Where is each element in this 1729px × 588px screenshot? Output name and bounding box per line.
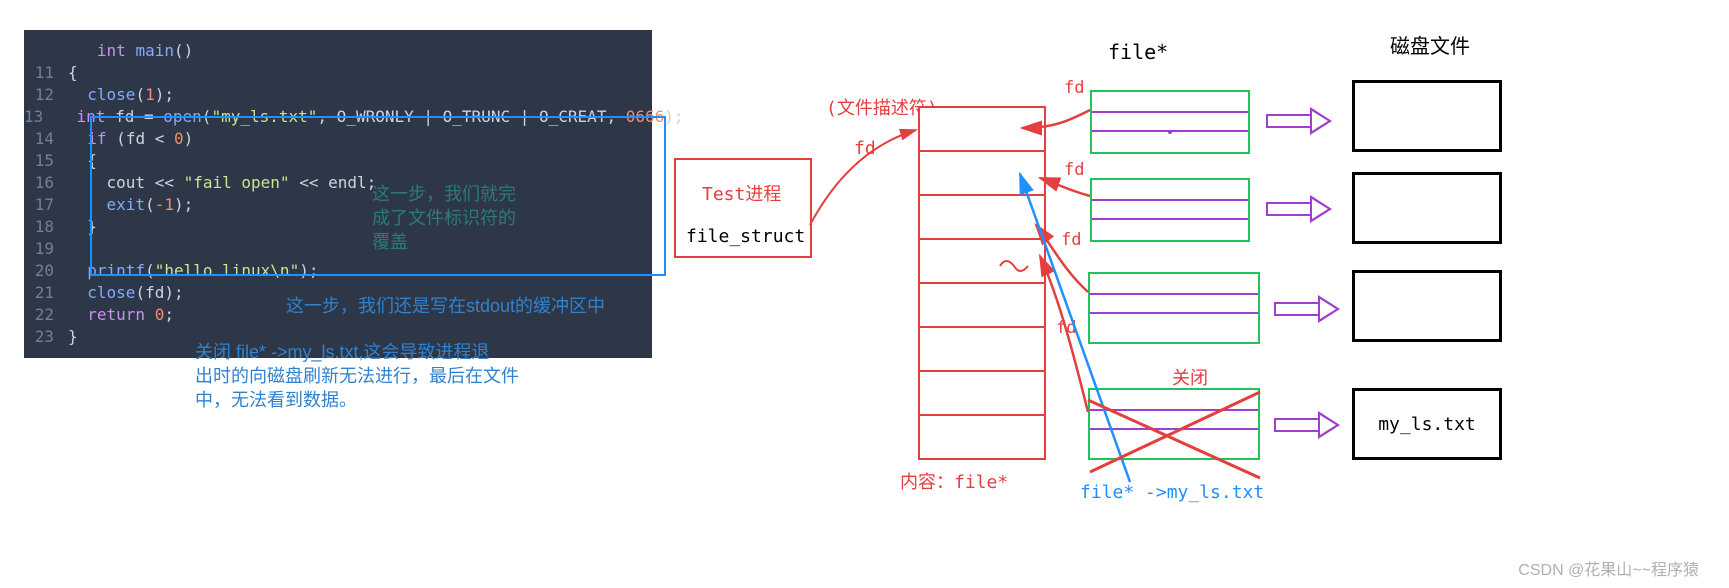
test-process-box: Test进程 file_struct [674, 158, 812, 258]
code-content: int main() [68, 40, 193, 62]
code-content: close(fd); [68, 282, 184, 304]
annotation-closefd: 关闭 file* ->my_ls.txt,这会导致进程退 出时的向磁盘刷新无法进… [195, 340, 519, 412]
disk-file-2 [1352, 270, 1502, 342]
header-disk: 磁盘文件 [1390, 30, 1470, 59]
code-line: 18 } [24, 216, 652, 238]
code-content: return 0; [68, 304, 174, 326]
line-number: 14 [24, 128, 68, 150]
file-struct-1 [1090, 178, 1250, 242]
arrow-to-disk-1 [1266, 198, 1332, 220]
fd-small-0: fd [1064, 78, 1084, 98]
code-line: 12 close(1); [24, 84, 652, 106]
file-struct-label: file_struct [686, 226, 805, 247]
line-number: 11 [24, 62, 68, 84]
code-content: } [68, 326, 78, 348]
annotation-stdout: 这一步，我们还是写在stdout的缓冲区中 [286, 294, 605, 318]
line-number: 16 [24, 172, 68, 194]
fd-cell-7 [918, 414, 1046, 460]
code-line: 20 printf("hello linux\n"); [24, 260, 652, 282]
file-struct-0 [1090, 90, 1250, 154]
fd-cell-6 [918, 370, 1046, 416]
code-content: { [68, 150, 97, 172]
content-filestar: 内容：file* [900, 468, 1008, 494]
line-number: 22 [24, 304, 68, 326]
disk-file-0 [1352, 80, 1502, 152]
fd-cell-1 [918, 150, 1046, 196]
arrow-to-disk-3 [1274, 414, 1340, 436]
code-content: exit(-1); [68, 194, 193, 216]
fd-label: fd [854, 138, 876, 159]
line-number: 21 [24, 282, 68, 304]
line-number: 17 [24, 194, 68, 216]
fd-cell-4 [918, 282, 1046, 328]
file-struct-3 [1088, 388, 1260, 460]
code-line: 13 int fd = open("my_ls.txt", O_WRONLY |… [24, 106, 652, 128]
fd-cell-2 [918, 194, 1046, 240]
code-content: cout << "fail open" << endl; [68, 172, 376, 194]
fd-cell-3 [918, 238, 1046, 284]
line-number: 23 [24, 326, 68, 348]
disk-file-3: my_ls.txt [1352, 388, 1502, 460]
disk-file-1 [1352, 172, 1502, 244]
arrow-to-disk-2 [1274, 298, 1340, 320]
code-line: 17 exit(-1); [24, 194, 652, 216]
code-line: 15 { [24, 150, 652, 172]
line-number: 15 [24, 150, 68, 172]
file-struct-2 [1088, 272, 1260, 344]
header-filestar: file* [1108, 40, 1168, 64]
line-number: 13 [24, 106, 57, 128]
myls-filestar: file* ->my_ls.txt [1080, 482, 1264, 503]
code-content: close(1); [68, 84, 174, 106]
watermark: CSDN @花果山~~程序猿 [1518, 556, 1699, 580]
line-number [24, 40, 68, 62]
fd-small-1: fd [1064, 160, 1084, 180]
code-line: int main() [24, 40, 652, 62]
code-line: 14 if (fd < 0) [24, 128, 652, 150]
arrow-to-disk-0 [1266, 110, 1332, 132]
code-content: } [68, 216, 97, 238]
line-number: 18 [24, 216, 68, 238]
annotation-step1: 这一步，我们就完 成了文件标识符的 覆盖 [372, 182, 516, 254]
line-number: 20 [24, 260, 68, 282]
code-line: 11 { [24, 62, 652, 84]
code-line: 19 [24, 238, 652, 260]
code-content: if (fd < 0) [68, 128, 193, 150]
fd-cell-5 [918, 326, 1046, 372]
line-number: 19 [24, 238, 68, 260]
disk-file-label: my_ls.txt [1378, 414, 1476, 435]
close-label: 关闭 [1172, 364, 1208, 390]
code-line: 16 cout << "fail open" << endl; [24, 172, 652, 194]
fd-cell-0 [918, 106, 1046, 152]
code-content: int fd = open("my_ls.txt", O_WRONLY | O_… [57, 106, 683, 128]
code-content: { [68, 62, 78, 84]
fd-small-2: fd [1061, 230, 1081, 250]
line-number: 12 [24, 84, 68, 106]
fd-small-3: fd [1056, 318, 1076, 338]
code-content [68, 238, 78, 260]
diagram: file* 磁盘文件 Test进程 file_struct (文件描述符) fd… [660, 20, 1720, 560]
test-process-label: Test进程 [702, 180, 781, 206]
code-content: printf("hello linux\n"); [68, 260, 318, 282]
